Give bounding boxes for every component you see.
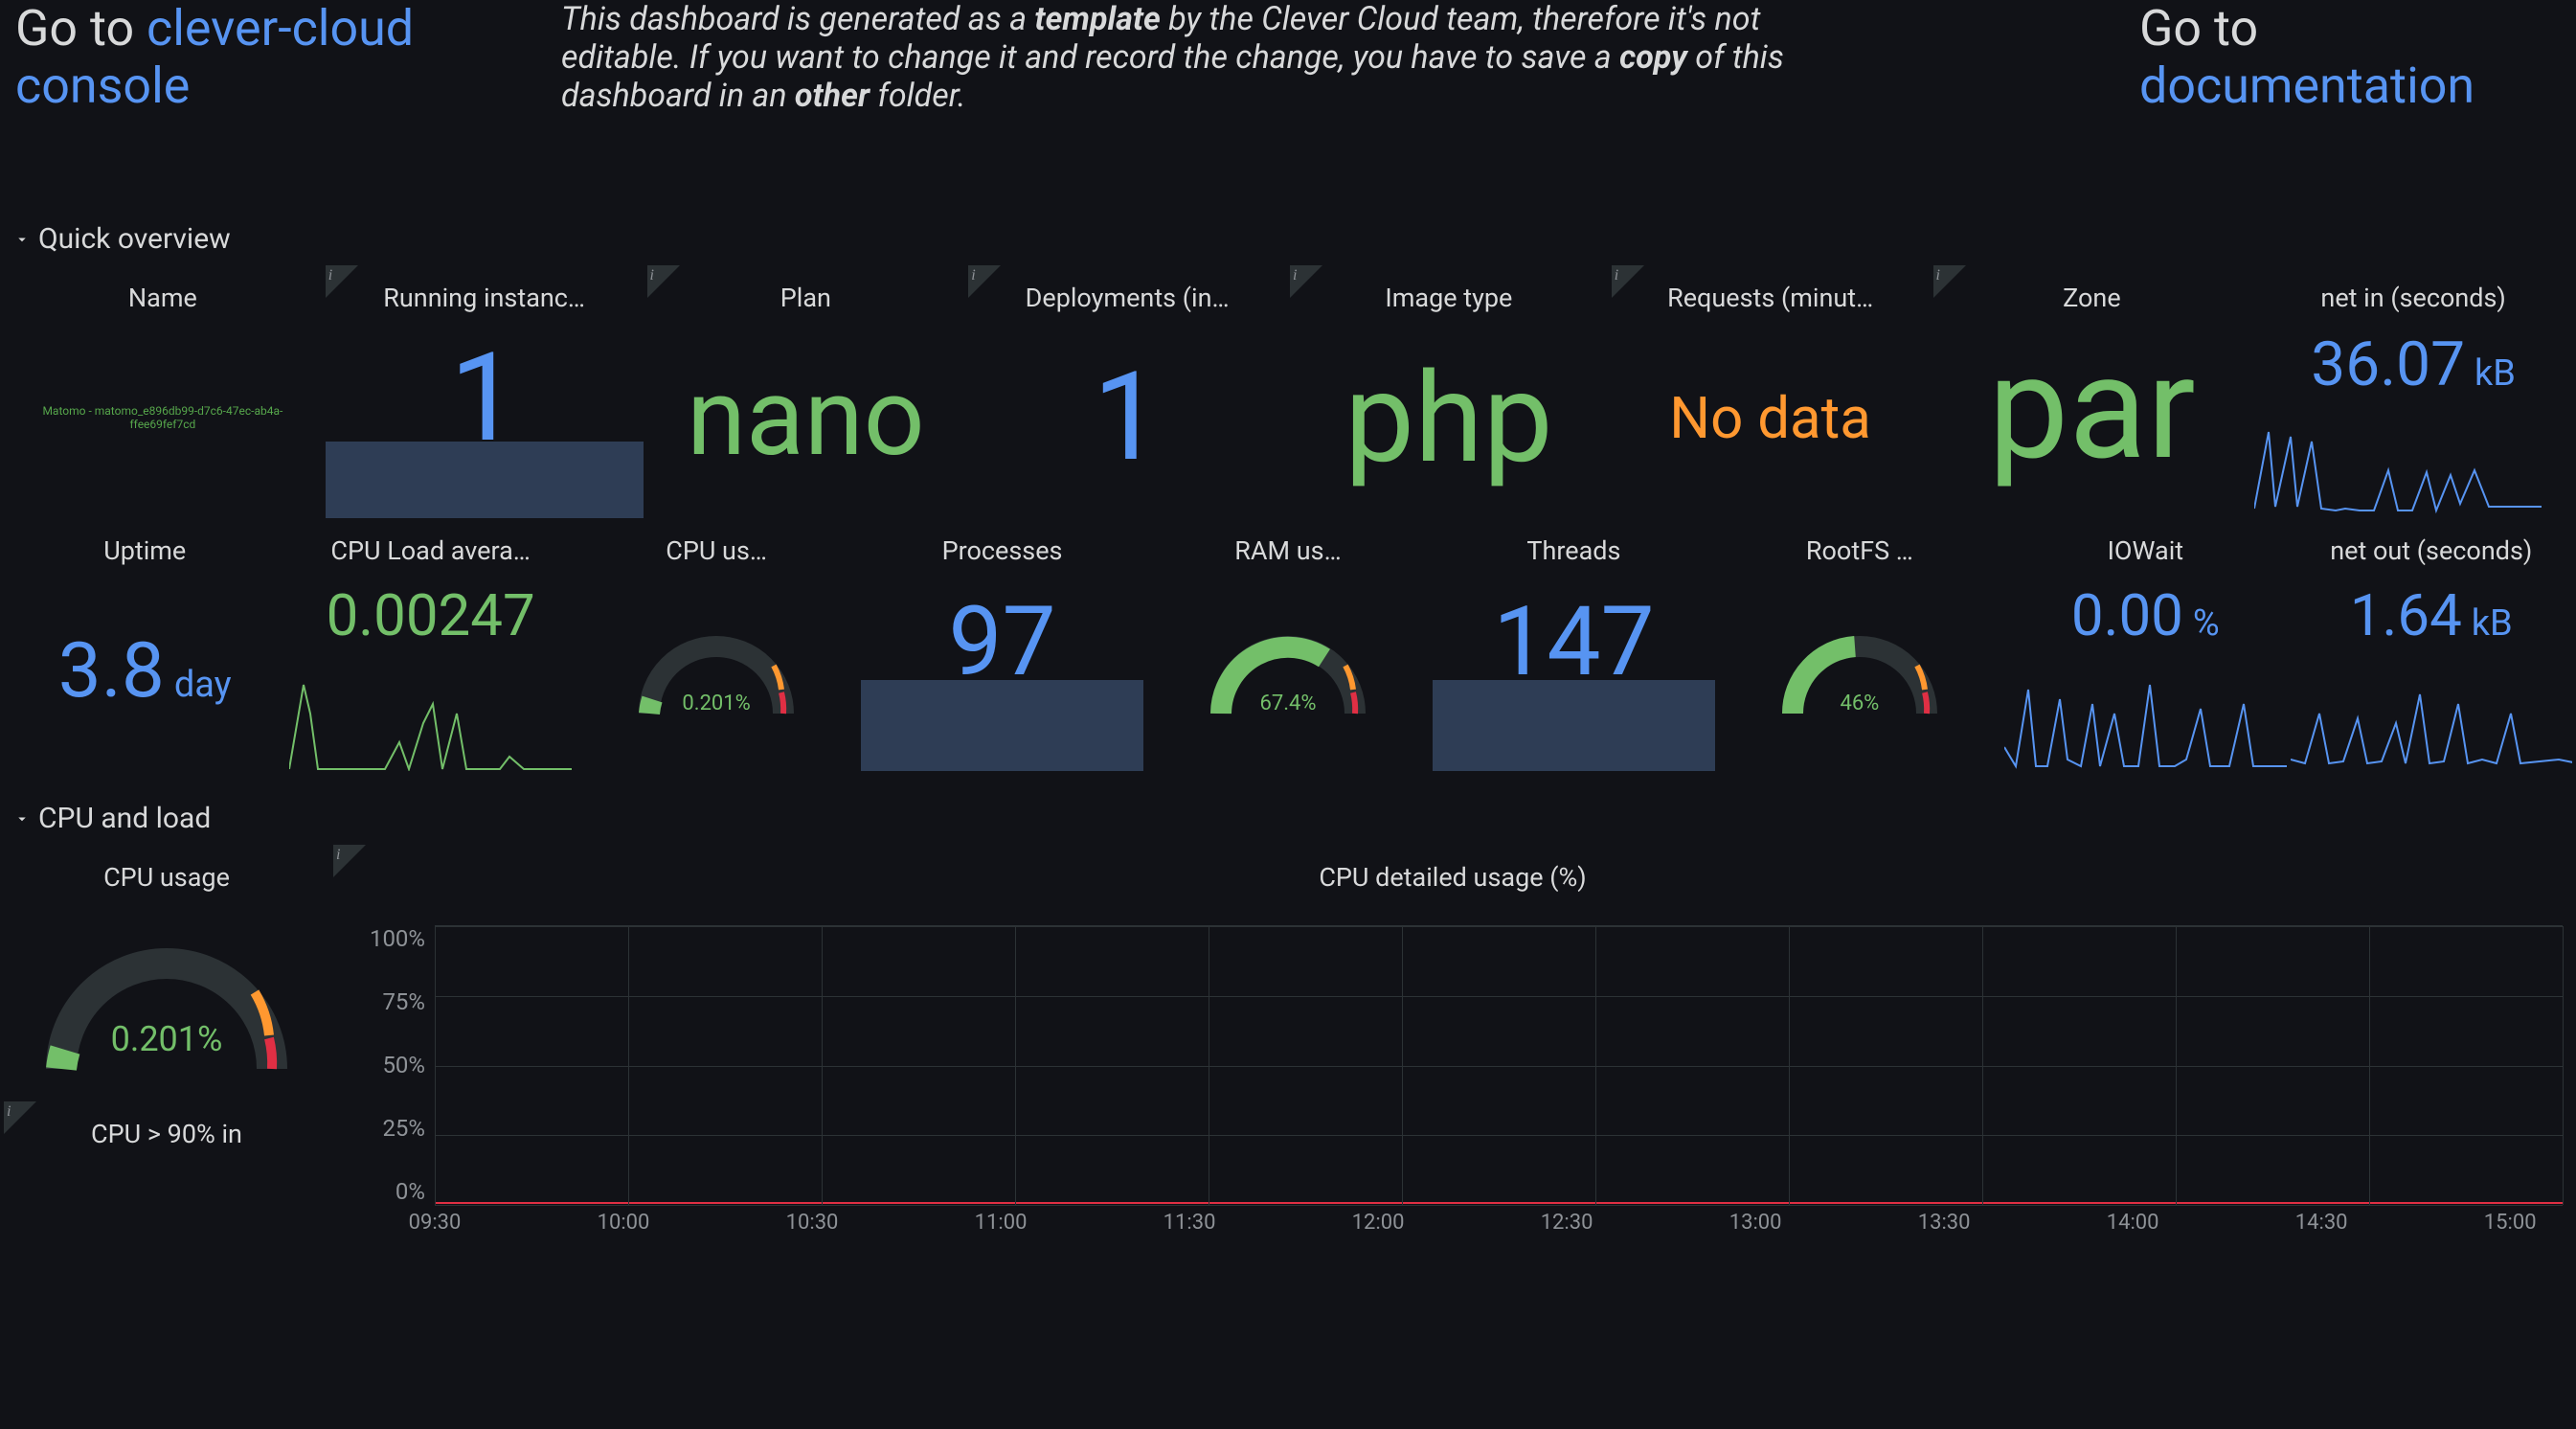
info-icon[interactable] — [968, 265, 1001, 298]
info-icon[interactable] — [4, 1101, 36, 1134]
gauge-cpu-usage-big: 0.201% — [33, 916, 301, 1088]
panel-title: Name — [4, 265, 322, 317]
gauge-label: 67.4% — [1202, 692, 1374, 715]
panel-rootfs[interactable]: RootFS … 46% — [1719, 518, 2000, 771]
section-cpu-and-load[interactable]: CPU and load — [0, 790, 2576, 845]
panel-title: Image type — [1290, 265, 1608, 317]
go-to-documentation-panel: Go to documentation — [2139, 0, 2561, 115]
plan-value: nano — [687, 355, 925, 481]
info-icon[interactable] — [326, 265, 358, 298]
deployments-value: 1 — [1093, 346, 1162, 489]
gauge-label: 46% — [1774, 692, 1946, 715]
panel-title: CPU detailed usage (%) — [333, 845, 2572, 896]
go-to-console-panel: Go to clever-cloud console — [15, 0, 552, 115]
panel-title: Requests (minut… — [1612, 265, 1930, 317]
info-icon[interactable] — [647, 265, 680, 298]
panel-ram-usage[interactable]: RAM us… 67.4% — [1147, 518, 1429, 771]
panel-threads[interactable]: Threads 147 — [1433, 518, 1714, 771]
panel-title: Plan — [647, 265, 965, 317]
netout-value: 1.64kB — [2291, 581, 2572, 649]
panel-title: Processes — [861, 518, 1142, 570]
panel-cpu-over-90[interactable]: CPU > 90% in — [4, 1101, 329, 1153]
section-title: CPU and load — [38, 802, 211, 835]
panel-iowait[interactable]: IOWait 0.00% — [2004, 518, 2286, 771]
processes-value: 97 — [948, 586, 1055, 698]
panel-cpu-load-avg[interactable]: CPU Load avera… 0.00247 — [289, 518, 571, 771]
x-axis: 09:3010:0010:3011:0011:3012:0012:3013:00… — [435, 1211, 2563, 1241]
timeseries-cpu-detailed: 100%75%50%25%0% 09:3010:0010:3011:0011:3… — [333, 896, 2572, 1241]
dashboard-notice: This dashboard is generated as a templat… — [552, 0, 1796, 115]
plot-area — [435, 925, 2563, 1205]
running-value: 1 — [450, 327, 519, 470]
gauge-cpu-usage: 0.201% — [630, 618, 802, 723]
panel-running-instances[interactable]: Running instanc… 1 — [326, 265, 644, 518]
panel-uptime[interactable]: Uptime 3.8day — [4, 518, 285, 771]
panel-cpu-usage-mini[interactable]: CPU us… 0.201% — [576, 518, 857, 771]
chevron-down-icon — [13, 222, 31, 256]
panel-title: Zone — [1933, 265, 2251, 317]
panel-title: Deployments (in… — [968, 265, 1286, 317]
panel-title: Running instanc… — [326, 265, 644, 317]
uptime-value: 3.8day — [58, 625, 232, 715]
gauge-rootfs: 46% — [1774, 618, 1946, 723]
info-icon[interactable] — [333, 845, 366, 877]
info-icon[interactable] — [1933, 265, 1966, 298]
panel-title: net out (seconds) — [2291, 518, 2572, 570]
panel-cpu-detailed-usage[interactable]: CPU detailed usage (%) 100%75%50%25%0% 0… — [333, 845, 2572, 1241]
panel-title: Uptime — [4, 518, 285, 570]
panel-title: Threads — [1433, 518, 1714, 570]
gauge-label: 0.201% — [33, 1019, 301, 1059]
goto-doc-prefix: Go to — [2139, 0, 2258, 57]
iowait-value: 0.00% — [2004, 581, 2286, 649]
netin-value: 36.07kB — [2254, 329, 2572, 400]
gauge-label: 0.201% — [630, 692, 802, 715]
threads-value: 147 — [1493, 586, 1655, 698]
documentation-link[interactable]: documentation — [2139, 57, 2474, 115]
zone-value: par — [1988, 324, 2196, 492]
chevron-down-icon — [13, 802, 31, 835]
panel-title: RootFS … — [1719, 518, 2000, 570]
panel-deployments[interactable]: Deployments (in… 1 — [968, 265, 1286, 518]
panel-processes[interactable]: Processes 97 — [861, 518, 1142, 771]
info-icon[interactable] — [1612, 265, 1644, 298]
panel-title: CPU usage — [4, 845, 329, 896]
sparkline-iowait — [2004, 656, 2286, 771]
section-quick-overview[interactable]: Quick overview — [0, 211, 2576, 265]
panel-name[interactable]: Name Matomo - matomo_e896db99-d7c6-47ec-… — [4, 265, 322, 518]
panel-title: RAM us… — [1147, 518, 1429, 570]
panel-zone[interactable]: Zone par — [1933, 265, 2251, 518]
panel-title: CPU > 90% in — [4, 1101, 329, 1153]
goto-prefix: Go to — [15, 0, 147, 57]
load-value: 0.00247 — [289, 581, 571, 649]
gauge-ram: 67.4% — [1202, 618, 1374, 723]
sparkline-net-in — [2254, 403, 2542, 518]
panel-image-type[interactable]: Image type php — [1290, 265, 1608, 518]
sparkline-load — [289, 656, 571, 771]
y-axis: 100%75%50%25%0% — [333, 925, 425, 1205]
panel-title: CPU Load avera… — [289, 518, 571, 570]
panel-cpu-usage-big[interactable]: CPU usage 0.201% — [4, 845, 329, 1098]
series-line — [435, 1202, 2563, 1204]
panel-title: CPU us… — [576, 518, 857, 570]
panel-title: net in (seconds) — [2254, 265, 2572, 317]
panel-plan[interactable]: Plan nano — [647, 265, 965, 518]
panel-requests[interactable]: Requests (minut… No data — [1612, 265, 1930, 518]
panel-title: IOWait — [2004, 518, 2286, 570]
sparkline-net-out — [2291, 656, 2572, 771]
section-title: Quick overview — [38, 222, 231, 256]
info-icon[interactable] — [1290, 265, 1322, 298]
name-value: Matomo - matomo_e896db99-d7c6-47ec-ab4a-… — [4, 404, 322, 432]
panel-net-out[interactable]: net out (seconds) 1.64kB — [2291, 518, 2572, 771]
imagetype-value: php — [1344, 345, 1553, 491]
panel-net-in[interactable]: net in (seconds) 36.07kB — [2254, 265, 2572, 518]
requests-value: No data — [1669, 384, 1871, 452]
